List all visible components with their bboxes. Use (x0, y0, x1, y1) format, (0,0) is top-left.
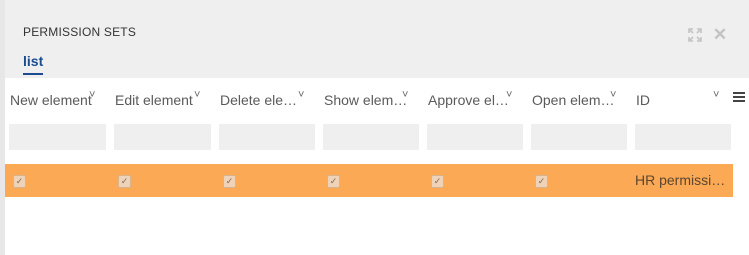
chevron-down-icon[interactable]: ˅ (610, 89, 616, 101)
column-header-approve-element[interactable]: Approve el… (428, 78, 509, 122)
chevron-down-icon[interactable]: ˅ (506, 89, 512, 101)
close-icon[interactable]: ✕ (712, 25, 728, 44)
checkbox-approve-element[interactable]: ✓ (431, 175, 444, 188)
tab-list[interactable]: list (23, 53, 43, 69)
filter-input-delete-element[interactable] (219, 124, 315, 150)
checkbox-new-element[interactable]: ✓ (13, 175, 26, 188)
expand-icon[interactable] (687, 27, 703, 43)
checkbox-open-element[interactable]: ✓ (535, 175, 548, 188)
chevron-down-icon[interactable]: ˅ (402, 89, 408, 101)
filter-input-id[interactable] (635, 124, 731, 150)
grid-header: New element ˅ Edit element ˅ Delete ele…… (5, 78, 749, 122)
filter-input-approve-element[interactable] (427, 124, 523, 150)
checkbox-edit-element[interactable]: ✓ (118, 175, 131, 188)
table-row[interactable]: ✓ ✓ ✓ ✓ ✓ ✓ HR permissi… (5, 164, 733, 197)
chevron-down-icon[interactable]: ˅ (298, 89, 304, 101)
checkbox-delete-element[interactable]: ✓ (223, 175, 236, 188)
filter-input-edit-element[interactable] (114, 124, 211, 150)
filter-input-open-element[interactable] (531, 124, 627, 150)
chevron-down-icon[interactable]: ˅ (713, 89, 719, 101)
filter-input-new-element[interactable] (9, 124, 106, 150)
cell-id: HR permissi… (635, 172, 726, 188)
column-header-edit-element[interactable]: Edit element (115, 78, 193, 122)
tab-underline (23, 73, 43, 75)
chevron-down-icon[interactable]: ˅ (89, 89, 95, 101)
column-header-id[interactable]: ID (636, 78, 650, 122)
column-header-delete-element[interactable]: Delete ele… (220, 78, 297, 122)
column-header-new-element[interactable]: New element (10, 78, 92, 122)
panel-header: PERMISSION SETS list ✕ (5, 0, 749, 78)
hamburger-menu-icon[interactable] (733, 92, 745, 104)
column-header-open-element[interactable]: Open elem… (532, 78, 614, 122)
column-header-show-element[interactable]: Show elem… (324, 78, 407, 122)
panel-title: PERMISSION SETS (23, 25, 137, 39)
filter-input-show-element[interactable] (323, 124, 419, 150)
chevron-down-icon[interactable]: ˅ (194, 89, 200, 101)
checkbox-show-element[interactable]: ✓ (327, 175, 340, 188)
